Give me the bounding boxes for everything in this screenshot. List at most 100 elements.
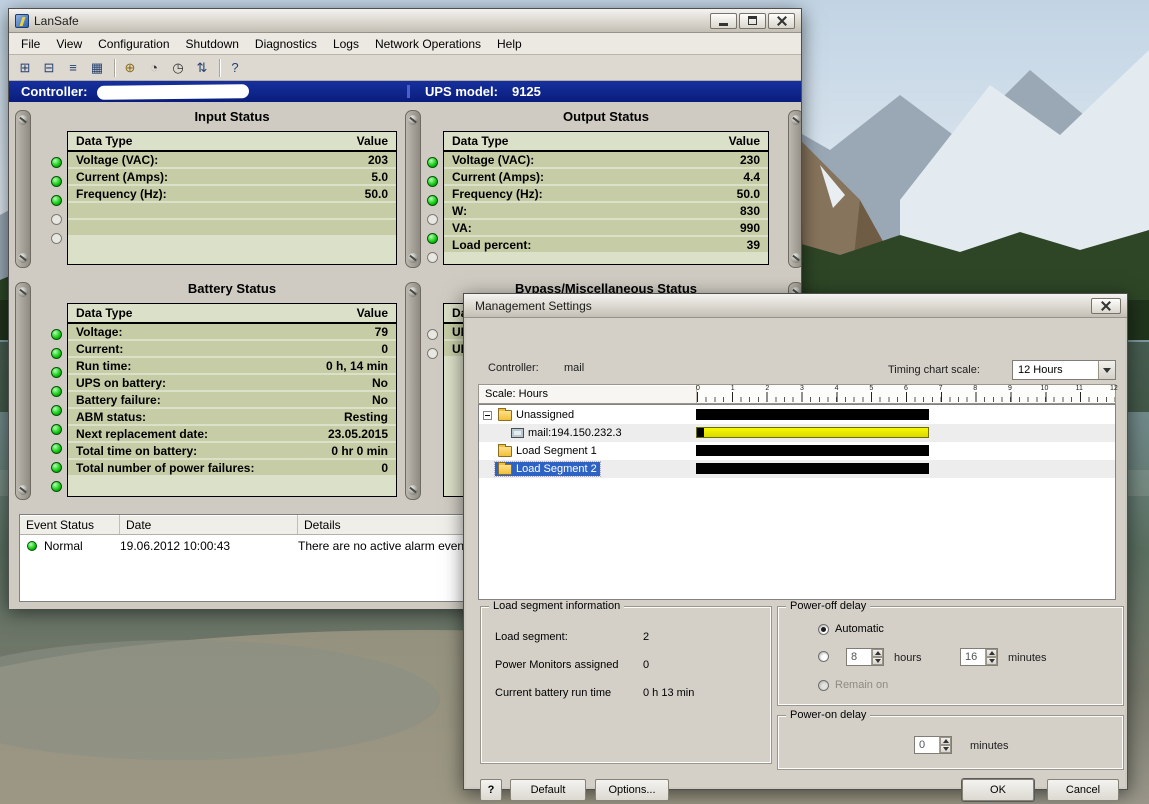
options-button[interactable]: Options... xyxy=(595,779,669,801)
menu-item[interactable]: Help xyxy=(489,34,530,54)
default-button[interactable]: Default xyxy=(510,779,586,801)
power-on-delay-group: Power-on delay 0 minutes xyxy=(777,709,1124,770)
tree-item-label: Load Segment 1 xyxy=(516,445,597,457)
rack-rail xyxy=(405,282,421,500)
row-value: No xyxy=(372,375,388,390)
menu-item[interactable]: Configuration xyxy=(90,34,177,54)
led-column xyxy=(421,131,443,267)
spin-down-button[interactable] xyxy=(986,657,997,665)
info-label: Current battery run time xyxy=(495,687,612,699)
ok-button[interactable]: OK xyxy=(962,779,1034,801)
help-button[interactable]: ? xyxy=(480,779,502,801)
tree-item[interactable]: Load Segment 2 xyxy=(494,461,601,477)
status-led xyxy=(426,348,438,359)
column-header-date[interactable]: Date xyxy=(120,515,298,534)
info-value: 0 h 13 min xyxy=(643,687,695,699)
tree-item[interactable]: mail:194.150.232.3 xyxy=(508,426,625,440)
rack-rail xyxy=(788,110,801,268)
spin-up-button[interactable] xyxy=(940,737,951,745)
spin-up-button[interactable] xyxy=(872,649,883,657)
spin-down-button[interactable] xyxy=(872,657,883,665)
tree-item-label: mail:194.150.232.3 xyxy=(528,427,622,439)
network-tree-icon[interactable]: ⊟ xyxy=(38,57,60,79)
spin-up-button[interactable] xyxy=(986,649,997,657)
hierarchy-icon[interactable]: ⊞ xyxy=(14,57,36,79)
tree-item[interactable]: Load Segment 1 xyxy=(495,443,600,458)
tree-row[interactable]: Load Segment 2 xyxy=(479,460,1115,478)
report-icon[interactable]: ≡ xyxy=(62,57,84,79)
table-row xyxy=(68,203,396,220)
tree-row[interactable]: mail:194.150.232.3 xyxy=(479,424,1115,442)
grid-icon[interactable]: ▦ xyxy=(86,57,108,79)
help-icon[interactable]: ? xyxy=(224,57,246,79)
cancel-button[interactable]: Cancel xyxy=(1047,779,1119,801)
combo-dropdown-button[interactable] xyxy=(1098,361,1115,379)
menu-item[interactable]: File xyxy=(13,34,48,54)
dialog-close-button[interactable] xyxy=(1091,297,1121,314)
load-segment-tree: Unassigned mail:194.150.232.3 Load Segme… xyxy=(478,404,1116,600)
power-on-minutes-value: 0 xyxy=(919,739,926,751)
screw-icon xyxy=(18,485,28,495)
automatic-radio[interactable]: Automatic xyxy=(818,623,884,635)
minutes-label: minutes xyxy=(1008,652,1047,664)
ruler-tick-number: 5 xyxy=(869,385,874,392)
row-value: 230 xyxy=(739,152,760,167)
status-led xyxy=(426,214,438,225)
table-row: Voltage: 79 xyxy=(68,324,396,341)
timing-chart-scale-select[interactable]: 12 Hours xyxy=(1012,360,1116,380)
battery-test-icon[interactable]: ⇅ xyxy=(191,57,213,79)
timed-delay-radio[interactable] xyxy=(818,651,829,662)
spin-down-button[interactable] xyxy=(940,745,951,753)
menu-item[interactable]: Logs xyxy=(325,34,367,54)
maximize-button[interactable] xyxy=(739,12,766,29)
table-row: Current: 0 xyxy=(68,341,396,358)
lansafe-titlebar[interactable]: LanSafe xyxy=(9,9,801,33)
remain-on-radio[interactable]: Remain on xyxy=(818,679,888,691)
menu-item[interactable]: Network Operations xyxy=(367,34,489,54)
dialog-titlebar[interactable]: Management Settings xyxy=(464,294,1127,318)
status-led xyxy=(50,233,62,244)
menu-item[interactable]: View xyxy=(48,34,90,54)
screw-icon xyxy=(408,115,418,125)
table-row: Current (Amps): 5.0 xyxy=(68,169,396,186)
column-header: Data Type xyxy=(76,134,133,148)
menu-item[interactable]: Shutdown xyxy=(178,34,247,54)
power-on-minutes-spinner[interactable]: 0 xyxy=(914,736,952,754)
clock-icon[interactable]: ◷ xyxy=(167,57,189,79)
status-led xyxy=(50,329,62,340)
tree-expander-icon[interactable] xyxy=(483,410,492,420)
scale-header-strip: Scale: Hours 0 1 2 3 4 5 6 7 8 9 10 11 12 xyxy=(478,384,1118,404)
status-led xyxy=(426,195,438,206)
plug-icon[interactable]: ⊕ xyxy=(119,57,141,79)
minimize-button[interactable] xyxy=(710,12,737,29)
status-led xyxy=(426,329,438,340)
tree-item[interactable]: Unassigned xyxy=(495,407,577,422)
column-header-event-status[interactable]: Event Status xyxy=(20,515,120,534)
close-button[interactable] xyxy=(768,12,795,29)
hours-spinner[interactable]: 8 xyxy=(846,648,884,666)
chevron-down-icon xyxy=(874,659,881,663)
controller-bar-divider xyxy=(407,85,410,98)
management-settings-dialog: Management Settings Controller: mail Tim… xyxy=(463,293,1128,801)
battery-status-panel: Battery Status Data Type Value Voltage: 79… xyxy=(45,281,397,497)
ruler-tick-number: 1 xyxy=(730,385,735,392)
status-led xyxy=(50,367,62,378)
status-led xyxy=(50,214,62,225)
row-label: ABM status: xyxy=(76,409,147,424)
rack-rail xyxy=(15,282,31,500)
tree-row[interactable]: Load Segment 1 xyxy=(479,442,1115,460)
tree-row[interactable]: Unassigned xyxy=(479,406,1115,424)
row-label: Load percent: xyxy=(452,237,532,252)
screw-icon xyxy=(408,287,418,297)
power-off-delay-group: Power-off delay Automatic 8 hours 16 min… xyxy=(777,600,1124,706)
led-column xyxy=(421,303,443,497)
tree-item-label: Unassigned xyxy=(516,409,575,421)
maximize-icon xyxy=(748,16,757,25)
menu-item[interactable]: Diagnostics xyxy=(247,34,325,54)
minutes-spinner[interactable]: 16 xyxy=(960,648,998,666)
row-value: 50.0 xyxy=(364,186,388,201)
chevron-down-icon xyxy=(942,747,949,751)
row-label: Current (Amps): xyxy=(452,169,544,184)
column-header: Data Type xyxy=(76,306,133,320)
stopwatch-icon[interactable]: ◔ xyxy=(143,57,165,79)
